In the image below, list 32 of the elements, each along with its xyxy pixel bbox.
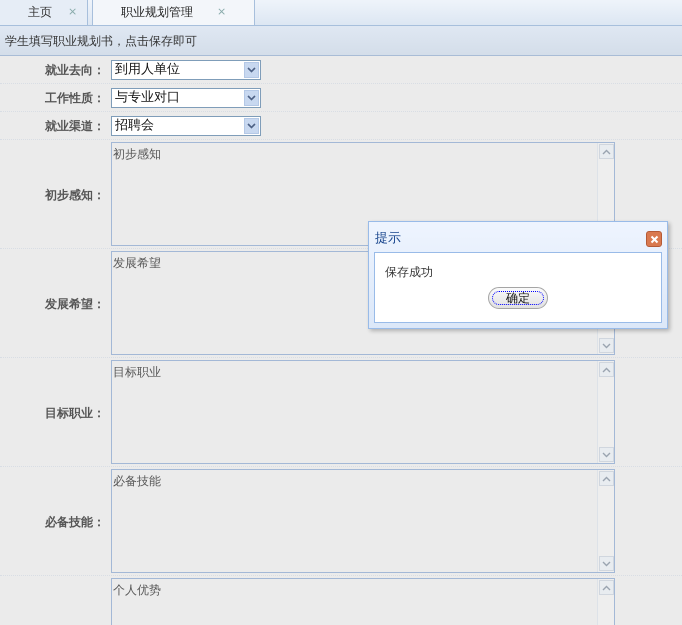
scroll-up-icon[interactable] <box>599 580 614 595</box>
instruction-text: 学生填写职业规划书，点击保存即可 <box>5 32 197 50</box>
field-label: 就业渠道： <box>45 118 105 134</box>
scroll-down-icon[interactable] <box>599 447 614 462</box>
scroll-down-icon[interactable] <box>599 338 614 353</box>
tab[interactable]: 职业规划管理 × <box>92 0 256 25</box>
close-icon[interactable] <box>646 231 662 247</box>
text-area[interactable]: 个人优势 <box>111 578 615 625</box>
scrollbar[interactable] <box>597 470 614 572</box>
scroll-up-icon[interactable] <box>599 471 614 486</box>
dialog-title: 提示 <box>374 230 401 248</box>
dropdown[interactable]: 招聘会 <box>111 116 261 136</box>
field-label: 就业去向： <box>45 62 105 78</box>
dialog-message: 保存成功 <box>385 264 434 281</box>
field-label: 工作性质： <box>45 90 105 106</box>
caret-icon[interactable] <box>244 90 259 106</box>
scrollbar[interactable] <box>597 361 614 463</box>
ok-button[interactable]: 确定 <box>488 287 548 309</box>
text-area[interactable]: 目标职业 <box>111 360 615 464</box>
text-area[interactable]: 必备技能 <box>111 469 615 573</box>
dropdown[interactable]: 与专业对口 <box>111 88 261 108</box>
tab[interactable]: 主页 × <box>0 0 88 25</box>
field-label: 目标职业： <box>45 405 105 422</box>
caret-icon[interactable] <box>244 118 259 134</box>
scroll-down-icon[interactable] <box>599 556 614 571</box>
dropdown[interactable]: 到用人单位 <box>111 60 261 80</box>
scroll-up-icon[interactable] <box>599 362 614 377</box>
field-label: 必备技能： <box>45 514 105 531</box>
field-label: 初步感知： <box>45 187 105 204</box>
field-label: 发展希望： <box>45 296 105 313</box>
caret-icon[interactable] <box>244 62 259 78</box>
scroll-up-icon[interactable] <box>599 144 614 159</box>
